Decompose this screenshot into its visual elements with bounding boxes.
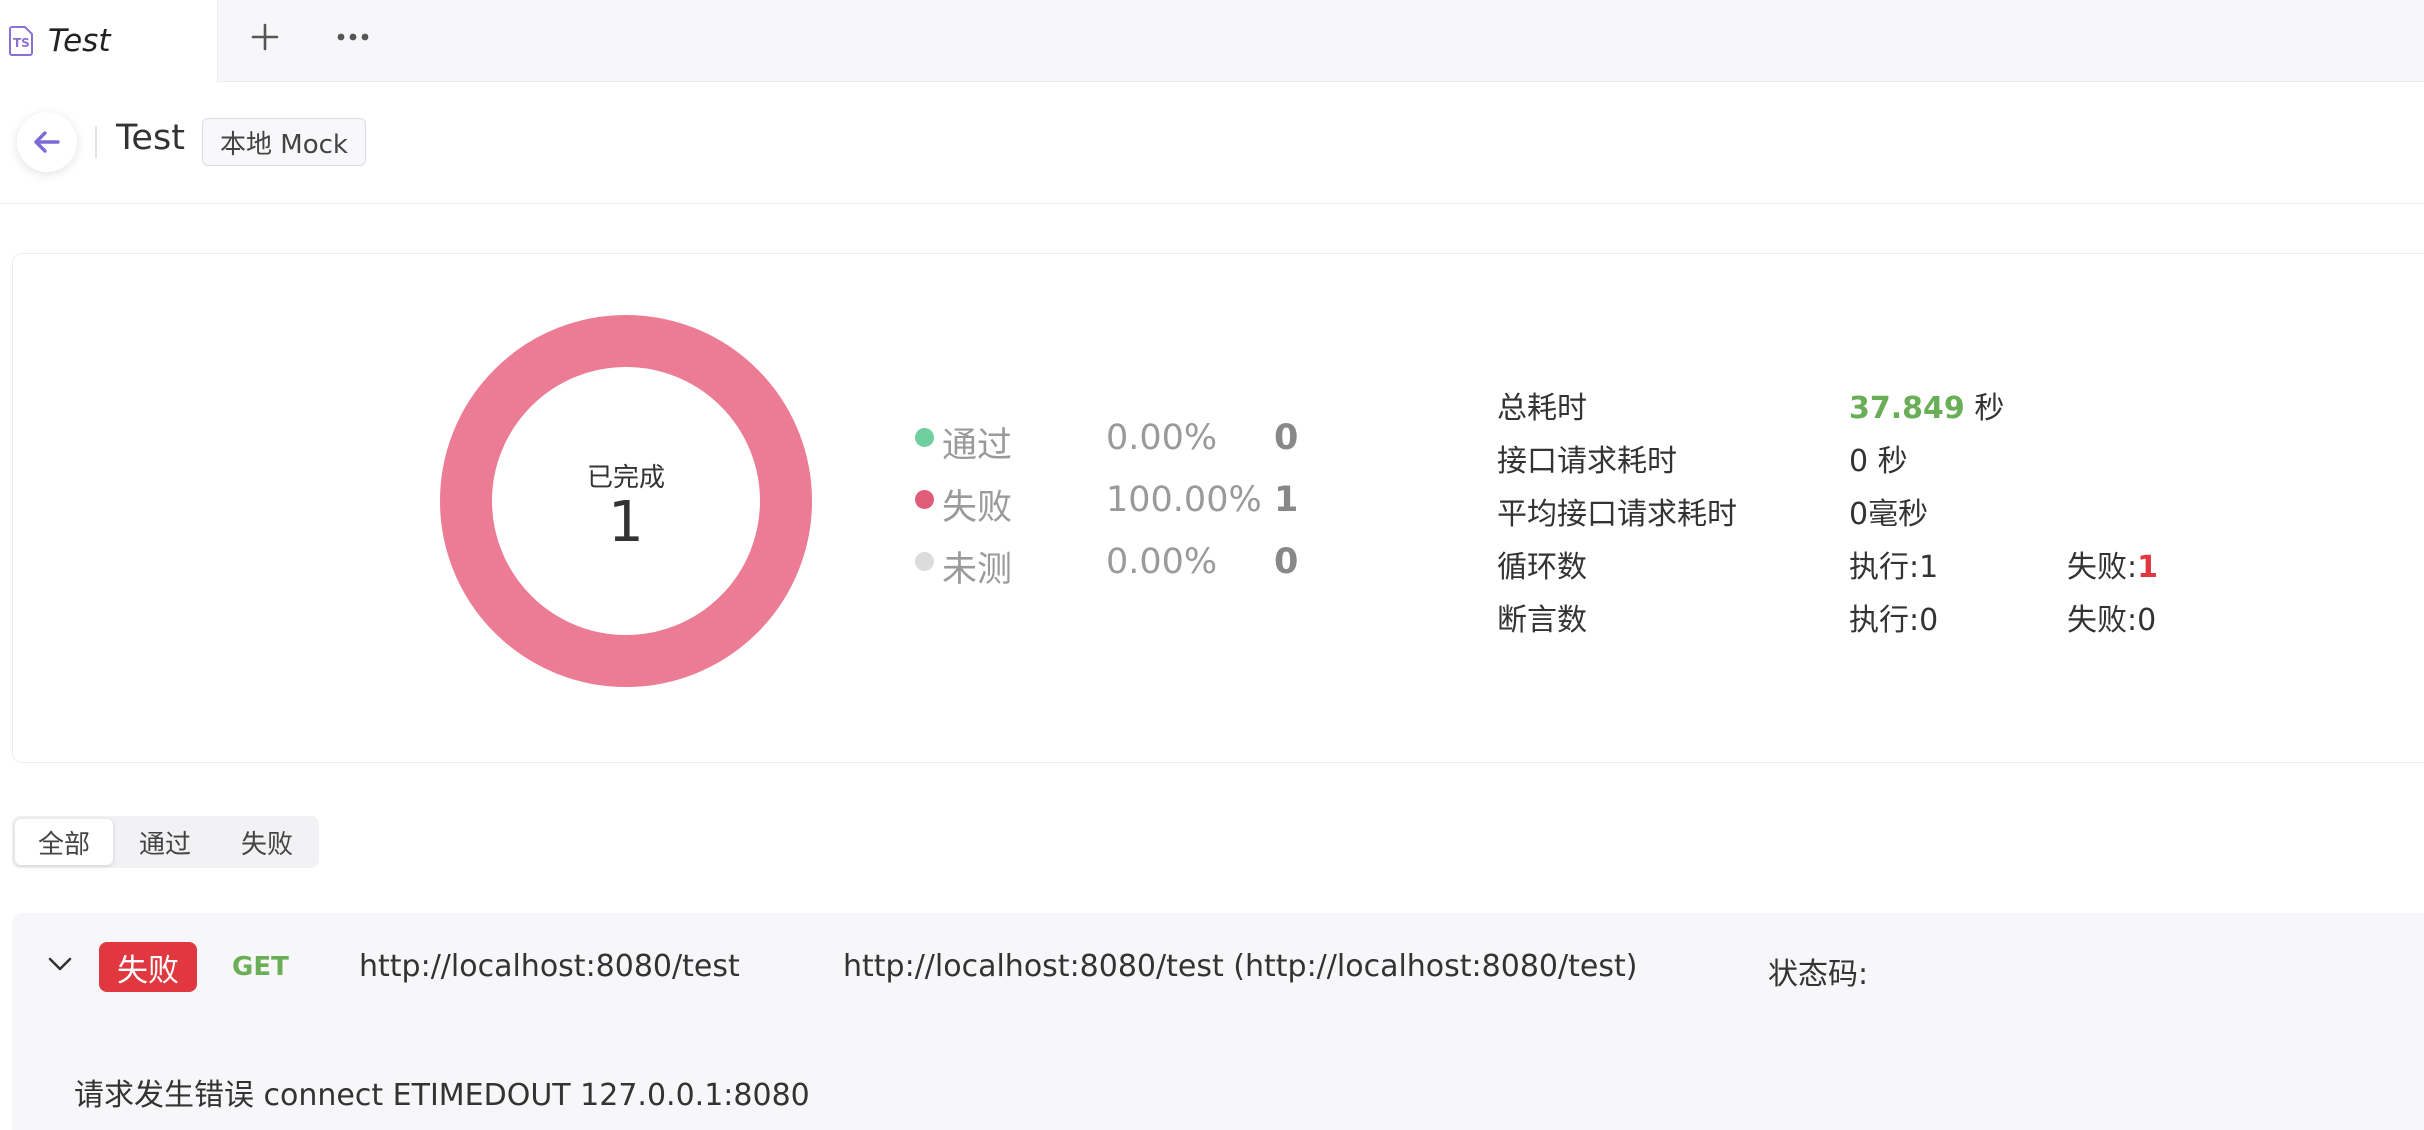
pass-dot-icon	[915, 428, 934, 447]
loop-count-label: 循环数	[1497, 550, 1587, 585]
untested-dot-icon	[915, 552, 934, 571]
status-code-label: 状态码:	[1768, 957, 1869, 992]
legend-count: 0	[1274, 542, 1299, 582]
legend-percent: 100.00%	[1106, 480, 1262, 520]
filter-tab-pass[interactable]: 通过	[115, 819, 215, 865]
collapse-toggle[interactable]	[44, 948, 76, 980]
avg-request-time-label: 平均接口请求耗时	[1497, 497, 1737, 532]
loop-exec-value: 执行:1	[1849, 550, 1939, 585]
total-time-unit: 秒	[1974, 391, 2005, 426]
legend-percent: 0.00%	[1106, 418, 1218, 458]
more-tabs-button[interactable]	[330, 14, 376, 60]
loop-fail-value: 失败:1	[2067, 542, 2158, 586]
tab-label: Test	[48, 23, 111, 59]
request-time-label: 接口请求耗时	[1497, 444, 1677, 479]
header-divider	[0, 203, 2424, 204]
new-tab-button[interactable]	[242, 14, 288, 60]
legend-name: 失败	[942, 488, 1013, 528]
avg-request-time-value: 0毫秒	[1849, 497, 1929, 532]
chevron-down-icon	[48, 957, 72, 971]
result-filter-tabs: 全部 通过 失败	[12, 816, 319, 868]
error-message: 请求发生错误 connect ETIMEDOUT 127.0.0.1:8080	[74, 1078, 810, 1113]
http-method: GET	[232, 952, 289, 982]
legend-untested: 未测 0.00% 0	[912, 536, 1312, 590]
loop-fail-label: 失败:	[2067, 550, 2138, 585]
legend-name: 未测	[942, 550, 1013, 590]
request-full-url: http://localhost:8080/test (http://local…	[843, 949, 1638, 984]
legend-pass: 通过 0.00% 0	[912, 412, 1312, 466]
total-time-label: 总耗时	[1497, 391, 1587, 426]
filter-tab-all[interactable]: 全部	[15, 819, 113, 865]
loop-fail-number: 1	[2137, 550, 2158, 585]
assertion-fail-value: 失败:0	[2067, 603, 2157, 638]
back-button[interactable]	[17, 112, 77, 172]
fail-dot-icon	[915, 490, 934, 509]
legend-name: 通过	[942, 426, 1013, 466]
legend-percent: 0.00%	[1106, 542, 1218, 582]
donut-count: 1	[608, 490, 644, 555]
legend-fail: 失败 100.00% 1	[912, 474, 1312, 528]
plus-icon	[251, 23, 279, 51]
filter-tab-fail[interactable]: 失败	[217, 819, 317, 865]
total-time-number: 37.849	[1849, 391, 1965, 426]
arrow-left-icon	[34, 131, 60, 153]
svg-text:TS: TS	[13, 36, 30, 50]
tab-test[interactable]: TS Test	[0, 0, 218, 82]
environment-badge[interactable]: 本地 Mock	[202, 118, 366, 166]
total-time-value: 37.849 秒	[1849, 383, 2004, 427]
legend-count: 1	[1274, 480, 1299, 520]
tab-bar: TS Test	[0, 0, 2424, 82]
assertion-exec-value: 执行:0	[1849, 603, 1939, 638]
legend-count: 0	[1274, 418, 1299, 458]
status-badge: 失败	[99, 942, 197, 992]
more-icon	[337, 33, 369, 41]
request-time-value: 0 秒	[1849, 444, 1908, 479]
assertion-count-label: 断言数	[1497, 603, 1587, 638]
page-title: Test	[116, 118, 185, 158]
donut-label: 已完成	[586, 463, 665, 493]
request-url[interactable]: http://localhost:8080/test	[359, 949, 740, 984]
typescript-file-icon: TS	[9, 26, 33, 56]
header-separator	[95, 126, 97, 158]
